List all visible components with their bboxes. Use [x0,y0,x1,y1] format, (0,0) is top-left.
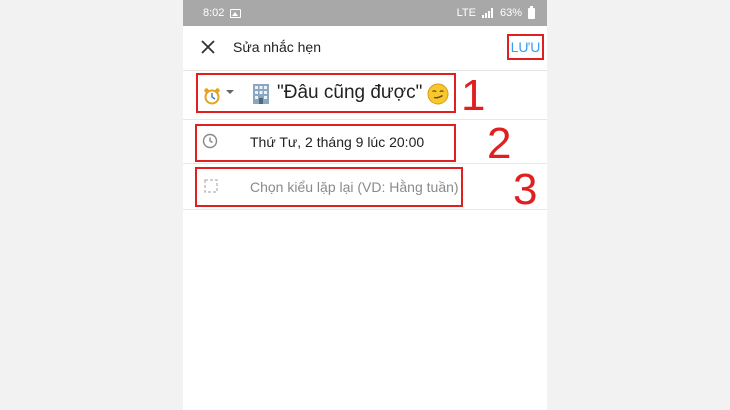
building-icon [251,83,271,105]
page-title: Sửa nhắc hẹn [233,39,321,55]
annotation-number-3: 3 [513,165,538,214]
annotation-number-1: 1 [461,71,486,120]
battery-icon [528,5,535,19]
chevron-down-icon[interactable] [226,90,234,94]
smirk-emoji-icon [427,83,449,105]
signal-icon [481,8,494,18]
reminder-date-time[interactable]: Thứ Tư, 2 tháng 9 lúc 20:00 [250,134,424,150]
alarm-clock-icon[interactable] [203,87,221,105]
app-header: Sửa nhắc hẹn LƯU [183,26,547,71]
network-type: LTE [456,7,476,19]
clock-icon [202,133,218,149]
repeat-placeholder[interactable]: Chọn kiểu lặp lại (VD: Hằng tuần) [250,179,459,195]
reminder-name[interactable]: "Đâu cũng được" [277,82,422,104]
repeat-icon [204,179,218,193]
reminder-name-row[interactable]: "Đâu cũng được" [183,71,547,120]
phone-screen: 8:02 LTE 63% Sửa nhắc hẹn LƯU "Đâu cũng … [183,0,547,410]
status-time: 8:02 [203,7,225,19]
close-icon[interactable] [197,36,219,58]
status-bar: 8:02 LTE 63% [183,0,547,26]
image-notification-icon [230,8,242,18]
repeat-row[interactable]: Chọn kiểu lặp lại (VD: Hằng tuần) [183,164,547,210]
battery-percent: 63% [499,7,522,19]
annotation-number-2: 2 [487,119,512,168]
save-button[interactable]: LƯU [507,34,544,60]
